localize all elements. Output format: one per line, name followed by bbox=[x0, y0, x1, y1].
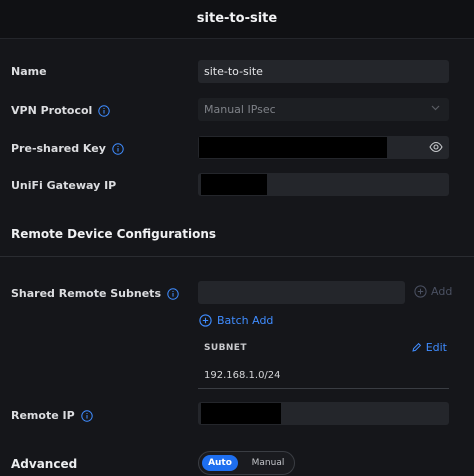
vpn-settings-panel: site-to-site Name site-to-site VPN Proto… bbox=[0, 0, 474, 476]
vpn-protocol-label-text: VPN Protocol bbox=[11, 104, 93, 117]
panel-title: site-to-site bbox=[0, 0, 474, 39]
name-input[interactable]: site-to-site bbox=[198, 60, 449, 83]
edit-label: Edit bbox=[425, 341, 447, 354]
name-label: Name bbox=[11, 65, 47, 78]
advanced-label-text: Advanced bbox=[11, 457, 78, 471]
pre-shared-key-label-text: Pre-shared Key bbox=[11, 142, 106, 155]
table-row: 192.168.1.0/24 bbox=[198, 364, 449, 389]
batch-add-button[interactable]: Batch Add bbox=[199, 314, 273, 327]
remote-ip-label-text: Remote IP bbox=[11, 409, 75, 422]
redacted-value bbox=[199, 137, 387, 158]
pencil-icon bbox=[412, 342, 421, 352]
shared-remote-subnets-label: Shared Remote Subnets bbox=[11, 287, 179, 300]
advanced-manual-option[interactable]: Manual bbox=[247, 455, 289, 471]
advanced-label: Advanced bbox=[11, 457, 77, 471]
subnet-column-header: SUBNET bbox=[204, 343, 247, 353]
batch-add-label: Batch Add bbox=[217, 314, 274, 327]
pre-shared-key-label: Pre-shared Key bbox=[11, 142, 124, 155]
gateway-ip-label-text: UniFi Gateway IP bbox=[11, 179, 117, 192]
info-icon[interactable] bbox=[98, 104, 111, 117]
remote-ip-input[interactable] bbox=[198, 402, 449, 425]
shared-remote-subnets-label-text: Shared Remote Subnets bbox=[11, 287, 161, 300]
subnet-cell: 192.168.1.0/24 bbox=[204, 370, 281, 381]
remote-ip-label: Remote IP bbox=[11, 409, 93, 422]
add-subnet-label: Add bbox=[431, 285, 453, 298]
redacted-value bbox=[201, 174, 267, 195]
edit-subnets-button[interactable]: Edit bbox=[411, 341, 447, 354]
gateway-ip-label: UniFi Gateway IP bbox=[11, 179, 116, 192]
gateway-ip-input[interactable] bbox=[198, 173, 449, 196]
advanced-auto-option[interactable]: Auto bbox=[202, 455, 238, 471]
remote-config-title: Remote Device Configurations bbox=[11, 227, 217, 241]
info-icon[interactable] bbox=[80, 409, 93, 422]
section-divider bbox=[0, 256, 474, 257]
subnet-table-header: SUBNET Edit bbox=[198, 338, 449, 360]
plus-circle-icon bbox=[414, 285, 427, 298]
plus-circle-icon bbox=[199, 314, 212, 327]
name-input-value: site-to-site bbox=[204, 65, 263, 78]
name-label-text: Name bbox=[11, 65, 47, 78]
pre-shared-key-input[interactable] bbox=[198, 136, 449, 159]
remote-subnet-input[interactable] bbox=[198, 281, 405, 304]
vpn-protocol-value: Manual IPsec bbox=[204, 103, 276, 116]
vpn-protocol-label: VPN Protocol bbox=[11, 104, 111, 117]
info-icon[interactable] bbox=[112, 142, 124, 155]
vpn-protocol-select[interactable]: Manual IPsec bbox=[198, 98, 449, 121]
info-icon[interactable] bbox=[167, 287, 179, 300]
advanced-mode-toggle[interactable]: Auto Manual bbox=[198, 451, 295, 475]
chevron-down-icon bbox=[431, 105, 440, 111]
add-subnet-button[interactable]: Add bbox=[414, 285, 452, 298]
redacted-value bbox=[201, 403, 281, 424]
eye-icon[interactable] bbox=[429, 141, 443, 153]
